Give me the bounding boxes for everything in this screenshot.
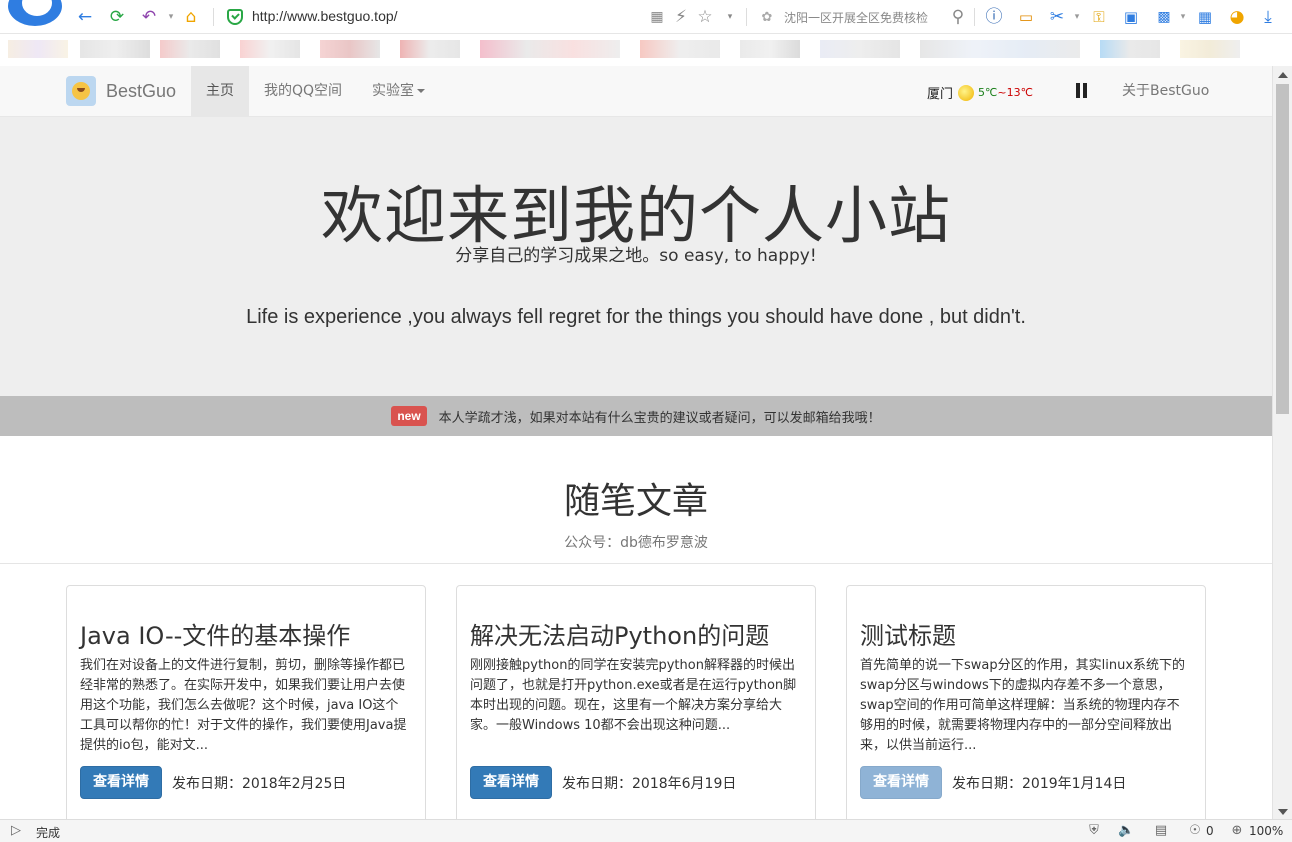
nav-item-lab-label: 实验室 [372, 83, 414, 99]
brand-name[interactable]: BestGuo [106, 81, 176, 102]
search-engine-icon[interactable]: ✿ [756, 6, 778, 28]
address-bar[interactable]: http://www.bestguo.top/ [252, 8, 398, 24]
section-title: 随笔文章 [563, 481, 708, 522]
status-bar: ▷ 完成 ⛨ 🔈 ▤ ☉ 0 ⊕ 100% [0, 819, 1292, 842]
scissors-dropdown-icon[interactable]: ▾ [1066, 6, 1088, 28]
new-badge: new [391, 406, 427, 426]
article-title: 测试标题 [860, 622, 956, 650]
article-card: Java IO--文件的基本操作 我们在对设备上的文件进行复制，剪切，删除等操作… [66, 585, 426, 819]
article-date: 发布日期：2019年1月14日 [952, 776, 1127, 792]
article-date: 发布日期：2018年6月19日 [562, 776, 737, 792]
article-card: 解决无法启动Python的问题 刚刚接触python的同学在安装完python解… [456, 585, 816, 819]
vertical-scrollbar[interactable] [1272, 66, 1292, 819]
refresh-icon[interactable]: ⟳ [106, 6, 128, 28]
browser-toolbar: ← ⟳ ↶ ▾ ⌂ http://www.bestguo.top/ ▦ ⚡ ☆ … [0, 0, 1292, 34]
status-text: 完成 [36, 826, 61, 840]
article-title: Java IO--文件的基本操作 [80, 622, 351, 650]
nav-item-qq-space[interactable]: 我的QQ空间 [249, 66, 357, 116]
weather-high: 13℃ [1006, 86, 1033, 99]
sun-icon [958, 84, 975, 101]
weather-temperature: 5℃~13℃ [978, 86, 1033, 99]
caret-down-icon [417, 89, 425, 93]
info-icon[interactable]: ⓘ [983, 6, 1005, 28]
weather-city: 厦门 [927, 87, 954, 102]
back-icon[interactable]: ← [74, 6, 96, 28]
browser-logo-icon[interactable] [8, 0, 62, 26]
scroll-up-icon[interactable] [1278, 72, 1288, 78]
undo-icon[interactable]: ↶ [138, 6, 160, 28]
weather-low: 5℃ [978, 86, 998, 99]
address-dropdown-icon[interactable]: ▾ [719, 6, 741, 28]
scrollbar-thumb[interactable] [1276, 84, 1289, 414]
article-excerpt: 刚刚接触python的同学在安装完python解释器的时候出问题了，也就是打开p… [470, 658, 797, 733]
weather-widget[interactable]: 厦门 5℃~13℃ [927, 83, 1033, 102]
word-dropdown-icon[interactable]: ▾ [1172, 6, 1194, 28]
article-excerpt: 首先简单的说一下swap分区的作用，其实linux系统下的swap分区与wind… [860, 658, 1186, 753]
zoom-level[interactable]: 100% [1249, 824, 1283, 838]
notice-bar: new 本人学疏才浅，如果对本站有什么宝贵的建议或者疑问，可以发邮箱给我哦！ [0, 396, 1272, 436]
zoom-icon[interactable]: ⊕ [1229, 823, 1245, 839]
view-details-button[interactable]: 查看详情 [470, 766, 552, 799]
hero-quote: Life is experience ,you always fell regr… [246, 306, 1026, 328]
lightning-icon[interactable]: ⚡ [670, 6, 692, 28]
brand-avatar[interactable] [66, 76, 96, 106]
article-excerpt: 我们在对设备上的文件进行复制，剪切，删除等操作都已经非常的熟悉了。在实际开发中，… [80, 658, 407, 753]
article-title: 解决无法启动Python的问题 [470, 622, 770, 650]
notice-text: 本人学疏才浅，如果对本站有什么宝贵的建议或者疑问，可以发邮箱给我哦！ [438, 410, 881, 426]
secure-shield-icon [227, 9, 243, 25]
home-icon[interactable]: ⌂ [180, 6, 202, 28]
section-subtitle: 公众号：db德布罗意波 [564, 535, 708, 551]
section-divider [0, 563, 1272, 564]
search-icon[interactable]: ⚲ [947, 6, 969, 28]
pause-music-icon[interactable] [1076, 83, 1088, 98]
ad-block-count: 0 [1206, 824, 1214, 838]
site-navbar: BestGuo 主页 我的QQ空间 实验室 厦门 5℃~13℃ 关于BestGu… [0, 66, 1272, 117]
web-page: BestGuo 主页 我的QQ空间 实验室 厦门 5℃~13℃ 关于BestGu… [0, 66, 1272, 819]
undo-dropdown-icon[interactable]: ▾ [160, 6, 182, 28]
more-icon[interactable]: ◕ [1226, 6, 1248, 28]
scroll-down-icon[interactable] [1278, 809, 1288, 815]
security-shield-icon[interactable]: ⛨ [1086, 823, 1102, 839]
nav-item-home[interactable]: 主页 [191, 66, 249, 116]
download-icon[interactable]: ⤓ [1257, 6, 1279, 28]
speaker-icon[interactable]: 🔈 [1118, 823, 1134, 839]
nav-item-lab[interactable]: 实验室 [357, 66, 440, 116]
sidebar-toggle-icon[interactable]: ▷ [8, 823, 24, 839]
scissors-icon[interactable]: ✂ [1046, 6, 1068, 28]
hero-jumbotron: 欢迎来到我的个人小站 分享自己的学习成果之地。so easy, to happy… [0, 117, 1272, 396]
view-details-button[interactable]: 查看详情 [860, 766, 942, 799]
weather-sep: ~ [997, 86, 1007, 99]
translate-icon[interactable]: ▣ [1120, 6, 1142, 28]
star-icon[interactable]: ☆ [694, 6, 716, 28]
view-details-button[interactable]: 查看详情 [80, 766, 162, 799]
screenshot-icon[interactable]: ▦ [1194, 6, 1216, 28]
download-manager-icon[interactable]: ▤ [1153, 823, 1169, 839]
article-card: 测试标题 首先简单的说一下swap分区的作用，其实linux系统下的swap分区… [846, 585, 1206, 819]
nav-item-about[interactable]: 关于BestGuo [1122, 66, 1209, 116]
clipboard-icon[interactable]: ▭ [1015, 6, 1037, 28]
search-input[interactable]: 沈阳一区开展全区免费核检 [784, 9, 928, 26]
key-icon[interactable]: ⚿ [1088, 6, 1110, 28]
qr-icon[interactable]: ▦ [646, 6, 668, 28]
hero-subtitle: 分享自己的学习成果之地。so easy, to happy! [455, 246, 817, 266]
article-date: 发布日期：2018年2月25日 [172, 776, 347, 792]
ad-block-icon[interactable]: ☉ [1187, 823, 1203, 839]
bookmarks-bar [0, 34, 1292, 64]
